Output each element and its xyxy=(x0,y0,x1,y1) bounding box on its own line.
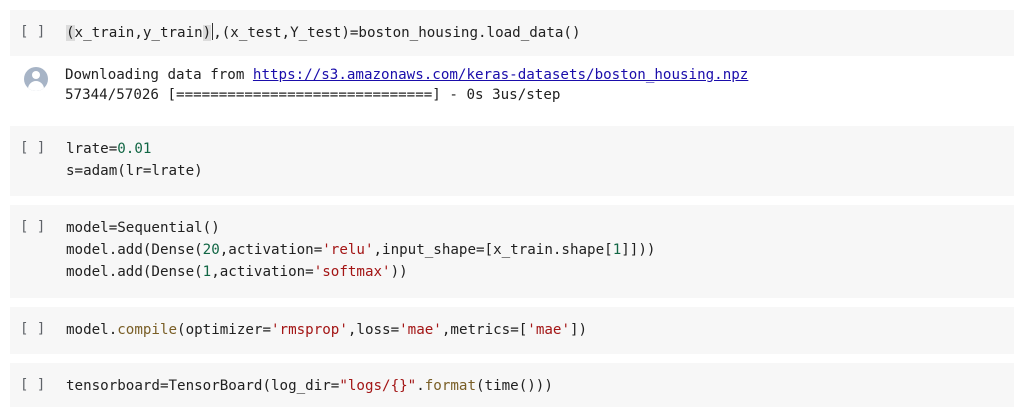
user-avatar-icon xyxy=(24,67,48,91)
code-line: model.compile(optimizer='rmsprop',loss='… xyxy=(66,319,587,341)
cell-output: Downloading data from https://s3.amazona… xyxy=(10,62,1014,114)
code-text: model=Sequential() xyxy=(66,220,220,236)
code-text: x_train,y_train xyxy=(74,25,203,41)
code-function: format xyxy=(424,378,477,394)
run-cell-button[interactable]: [ ] xyxy=(20,23,60,41)
output-text: Downloading data from https://s3.amazona… xyxy=(65,65,748,105)
code-line: model=Sequential() xyxy=(66,217,655,239)
code-number: 1 xyxy=(612,242,622,258)
code-editor[interactable]: lrate=0.01 s=adam(lr=lrate) xyxy=(66,138,203,182)
code-editor[interactable]: model=Sequential() model.add(Dense(20,act… xyxy=(66,217,655,283)
code-cell-3[interactable]: [ ] model=Sequential() model.add(Dense(20… xyxy=(10,205,1014,298)
code-number: 0.01 xyxy=(117,141,152,157)
run-cell-button[interactable]: [ ] xyxy=(20,376,60,394)
code-number: 1 xyxy=(202,264,212,280)
code-string: 'mae' xyxy=(527,322,570,338)
code-text: ,input_shape=[x_train.shape[ xyxy=(373,242,613,258)
code-text: model.add(Dense( xyxy=(66,242,203,258)
code-text: ]) xyxy=(570,322,588,338)
code-editor[interactable]: (x_train,y_train) ,(x_test,Y_test)=boston… xyxy=(66,22,581,44)
run-cell-button[interactable]: [ ] xyxy=(20,320,60,338)
run-cell-button[interactable]: [ ] xyxy=(20,139,60,157)
matched-paren: ( xyxy=(66,25,75,41)
dataset-link[interactable]: https://s3.amazonaws.com/keras-datasets/… xyxy=(253,67,748,83)
code-string: 'softmax' xyxy=(313,264,391,280)
code-text: ,loss= xyxy=(347,322,400,338)
code-cell-5[interactable]: [ ] tensorboard=TensorBoard(log_dir="log… xyxy=(10,363,1014,407)
code-cell-1[interactable]: [ ] (x_train,y_train) ,(x_test,Y_test)=bo… xyxy=(10,10,1014,56)
run-cell-button[interactable]: [ ] xyxy=(20,218,60,236)
code-line: lrate=0.01 xyxy=(66,138,203,160)
code-function: compile xyxy=(117,322,178,338)
code-text: )) xyxy=(390,264,408,280)
code-text: (optimizer= xyxy=(177,322,272,338)
code-text: . xyxy=(416,378,425,394)
code-string: 'mae' xyxy=(399,322,442,338)
progress-line: 57344/57026 [===========================… xyxy=(65,87,561,103)
code-text: ,activation= xyxy=(219,242,323,258)
code-string: "logs/{}" xyxy=(339,378,417,394)
code-text: ,metrics=[ xyxy=(441,322,528,338)
matched-paren: ) xyxy=(202,25,212,41)
code-text: s=adam(lr=lrate) xyxy=(66,163,203,179)
code-text: tensorboard=TensorBoard(log_dir= xyxy=(66,378,340,394)
code-text: ,(x_test,Y_test)=boston_housing.load_dat… xyxy=(213,25,581,41)
code-editor[interactable]: tensorboard=TensorBoard(log_dir="logs/{}… xyxy=(66,375,553,397)
code-line: (x_train,y_train) ,(x_test,Y_test)=boston… xyxy=(66,22,581,44)
code-text: model.add(Dense( xyxy=(66,264,203,280)
code-line: model.add(Dense(1,activation='softmax')) xyxy=(66,261,655,283)
code-editor[interactable]: model.compile(optimizer='rmsprop',loss='… xyxy=(66,319,587,341)
code-text: model. xyxy=(66,322,118,338)
code-text: ,activation= xyxy=(211,264,314,280)
code-cell-4[interactable]: [ ] model.compile(optimizer='rmsprop',lo… xyxy=(10,307,1014,354)
code-text: ]])) xyxy=(621,242,656,258)
download-prefix: Downloading data from xyxy=(65,67,253,83)
code-string: 'rmsprop' xyxy=(271,322,348,338)
code-cell-2[interactable]: [ ] lrate=0.01 s=adam(lr=lrate) xyxy=(10,126,1014,196)
code-text: lrate= xyxy=(66,141,118,157)
code-line: model.add(Dense(20,activation='relu',inp… xyxy=(66,239,655,261)
code-line: s=adam(lr=lrate) xyxy=(66,160,203,182)
code-text: (time())) xyxy=(476,378,553,394)
code-string: 'relu' xyxy=(322,242,374,258)
code-line: tensorboard=TensorBoard(log_dir="logs/{}… xyxy=(66,375,553,397)
code-number: 20 xyxy=(202,242,220,258)
